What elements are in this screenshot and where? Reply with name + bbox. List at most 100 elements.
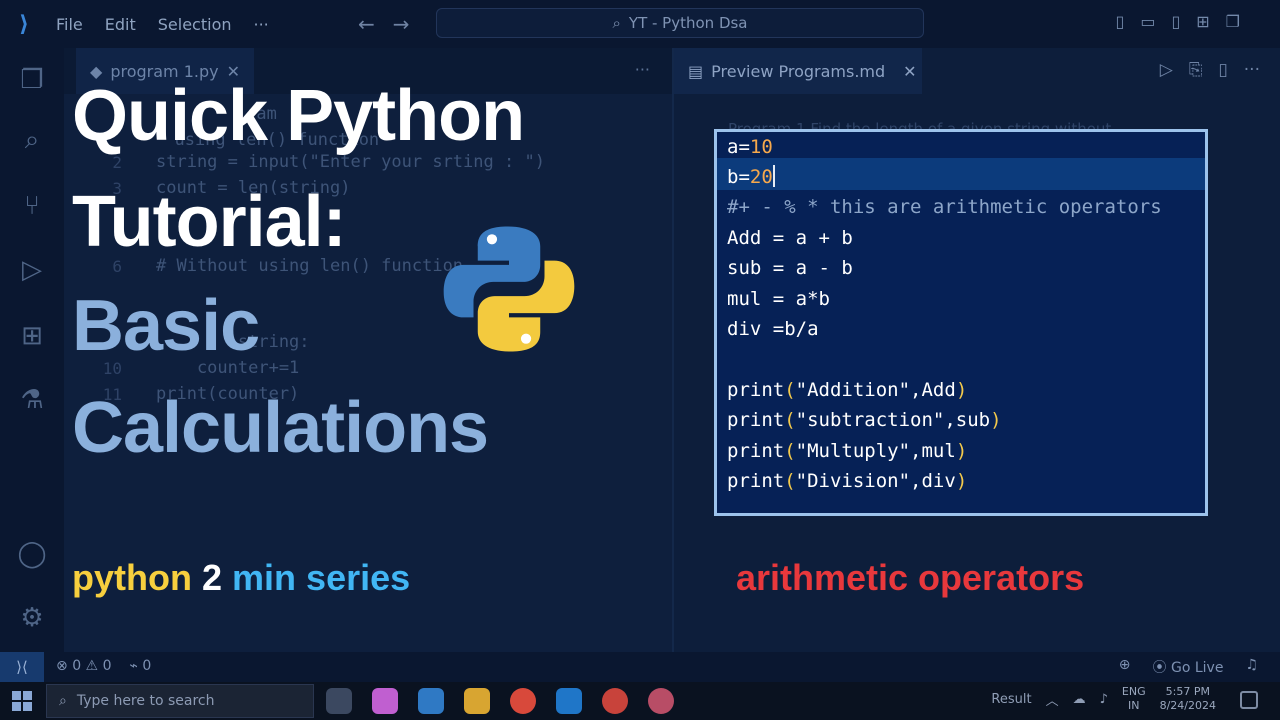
vscode-taskbar-icon[interactable] [556, 688, 582, 714]
code-line: sub = a - b [727, 257, 853, 279]
tab-preview-programs[interactable]: ▤ Preview Programs.md ✕ [674, 48, 922, 94]
search-icon: ⌕ [612, 14, 621, 32]
chrome-profile-icon[interactable] [602, 688, 628, 714]
chrome-icon[interactable] [510, 688, 536, 714]
problems-indicator[interactable]: ⊗ 0 ⚠ 0 [56, 658, 111, 674]
customize-layout-icon[interactable]: ⊞ [1196, 12, 1209, 31]
code-comment: #+ - % * this are arithmetic operators [727, 196, 1162, 218]
windows-taskbar: ⌕ Type here to search Result ︿ ☁ ♪ ENG I… [0, 682, 1280, 720]
file-explorer-icon[interactable] [464, 688, 490, 714]
copilot-icon[interactable] [372, 688, 398, 714]
go-live-button[interactable]: ⦿ Go Live [1153, 657, 1224, 677]
explorer-icon[interactable]: ❐ [14, 62, 50, 98]
open-source-icon[interactable]: ⎘ [1189, 60, 1203, 80]
vscode-logo-icon: ⟩ [18, 11, 30, 37]
python-logo-icon [443, 226, 575, 352]
editor-actions: ▷ ⎘ ▯ ··· [1160, 60, 1260, 80]
system-tray: Result ︿ ☁ ♪ ENG IN 5:57 PM 8/24/2024 [991, 685, 1216, 713]
close-icon[interactable]: ✕ [903, 62, 916, 81]
taskbar-apps [326, 688, 674, 714]
taskbar-search-placeholder: Type here to search [76, 693, 215, 709]
text-cursor [772, 165, 775, 187]
chevron-up-icon[interactable]: ︿ [1046, 690, 1059, 709]
series-python: python [72, 557, 192, 598]
account-icon[interactable]: ◯ [14, 536, 50, 572]
title-line-1: Quick Python [72, 76, 525, 156]
code-line: print("Division",div) [727, 470, 968, 492]
code-line: mul = a*b [727, 288, 830, 310]
ports-indicator[interactable]: ⌁ 0 [129, 658, 151, 674]
store-icon[interactable] [418, 688, 444, 714]
menu-edit[interactable]: Edit [105, 15, 136, 34]
testing-icon[interactable]: ⚗ [14, 382, 50, 418]
title-line-4: Calculations [72, 388, 489, 468]
nav-arrows: ← → [358, 12, 410, 36]
go-live-label: Go Live [1170, 660, 1224, 676]
series-caption: python 2 min series [72, 556, 410, 600]
source-control-icon[interactable]: ⑂ [14, 188, 50, 224]
toggle-secondary-sidebar-icon[interactable]: ▯ [1171, 12, 1180, 31]
preview-file-icon: ▤ [688, 61, 704, 81]
title-bar: ⟩ File Edit Selection ··· ← → ⌕ YT - Pyt… [0, 0, 1280, 48]
remote-indicator-icon[interactable]: ⟩⟨ [0, 652, 44, 682]
toggle-panel-icon[interactable]: ▭ [1140, 12, 1155, 31]
command-center-text: YT - Python Dsa [628, 14, 748, 32]
code-snippet-box: a=10 b=20 #+ - % * this are arithmetic o… [714, 129, 1208, 516]
more-actions-icon[interactable]: ··· [1244, 60, 1260, 80]
title-line-2: Tutorial: [72, 182, 347, 262]
warnings-count: 0 [102, 658, 112, 674]
volume-icon[interactable]: ♪ [1100, 692, 1108, 707]
menu-bar: File Edit Selection ··· [56, 15, 269, 34]
topic-caption: arithmetic operators [736, 557, 1085, 598]
extensions-icon[interactable]: ⊞ [14, 318, 50, 354]
code-line: a=10 [727, 136, 773, 158]
menu-more[interactable]: ··· [254, 15, 269, 34]
more-actions-icon[interactable]: ··· [635, 60, 650, 79]
toggle-sidebar-icon[interactable]: ▯ [1116, 12, 1125, 31]
clock[interactable]: 5:57 PM 8/24/2024 [1160, 685, 1216, 713]
layout-controls: ▯ ▭ ▯ ⊞ ❐ [1116, 12, 1241, 31]
back-arrow-icon[interactable]: ← [358, 12, 375, 36]
status-bar: ⟩⟨ ⊗ 0 ⚠ 0 ⌁ 0 ⊕ ⦿ Go Live ♫ [0, 652, 1280, 682]
errors-count: 0 [72, 658, 82, 674]
tab-label: Preview Programs.md [711, 61, 886, 81]
status-right: ⊕ ⦿ Go Live ♫ [1119, 657, 1258, 677]
notification-center-icon[interactable] [1240, 691, 1258, 709]
run-debug-icon[interactable]: ▷ [14, 252, 50, 288]
code-line: div =b/a [727, 318, 819, 340]
network-icon[interactable]: ☁ [1073, 692, 1086, 707]
search-icon: ⌕ [59, 693, 67, 709]
code-line: Add = a + b [727, 227, 853, 249]
input-language[interactable]: ENG IN [1122, 685, 1146, 713]
notifications-bell-icon[interactable]: ♫ [1245, 657, 1258, 677]
current-line-highlight [717, 158, 1205, 190]
code-line: print("Addition",Add) [727, 379, 968, 401]
task-view-icon[interactable] [326, 688, 352, 714]
status-left: ⊗ 0 ⚠ 0 ⌁ 0 [56, 658, 151, 674]
activity-bar: ❐ ⌕ ⑂ ▷ ⊞ ⚗ ◯ ⚙ [0, 48, 64, 652]
series-rest: min series [232, 557, 411, 598]
split-editor-icon[interactable]: ▯ [1218, 60, 1227, 80]
time: 5:57 PM [1165, 685, 1210, 698]
menu-selection[interactable]: Selection [158, 15, 232, 34]
ports-count: 0 [142, 658, 152, 674]
thumbnail-screen: ⟩ File Edit Selection ··· ← → ⌕ YT - Pyt… [0, 0, 1280, 720]
menu-file[interactable]: File [56, 15, 83, 34]
date: 8/24/2024 [1159, 699, 1216, 712]
restore-window-icon[interactable]: ❐ [1226, 12, 1240, 31]
forward-arrow-icon[interactable]: → [393, 12, 410, 36]
command-center-search[interactable]: ⌕ YT - Python Dsa [436, 8, 924, 38]
code-line-current[interactable]: b=20 [727, 162, 775, 192]
taskbar-search-box[interactable]: ⌕ Type here to search [46, 684, 314, 718]
zoom-icon[interactable]: ⊕ [1119, 657, 1131, 677]
search-icon[interactable]: ⌕ [14, 122, 50, 158]
code-line: print("Multuply",mul) [727, 440, 968, 462]
chrome-profile-2-icon[interactable] [648, 688, 674, 714]
series-number: 2 [202, 557, 223, 598]
result-widget[interactable]: Result [991, 692, 1031, 707]
windows-start-icon[interactable] [12, 691, 32, 711]
title-line-3: Basic [72, 286, 260, 366]
run-icon[interactable]: ▷ [1160, 60, 1173, 80]
settings-gear-icon[interactable]: ⚙ [14, 600, 50, 636]
code-line: print("subtraction",sub) [727, 409, 1002, 431]
